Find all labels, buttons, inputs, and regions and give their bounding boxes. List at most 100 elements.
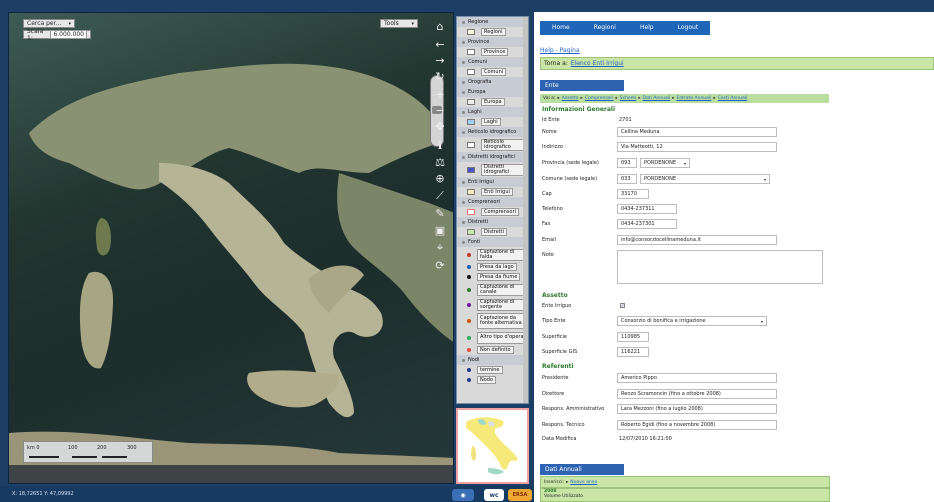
nav-home[interactable]: Home: [540, 21, 582, 35]
superficie-field[interactable]: 110985: [617, 332, 649, 342]
layer-item[interactable]: Europa: [457, 97, 528, 107]
tools-menu-button[interactable]: Tools ▾: [380, 19, 418, 28]
comune-select[interactable]: PORDENONE ▾: [640, 174, 770, 184]
presidente-field[interactable]: Americo Pippo: [617, 373, 777, 383]
legend-item-label: Nodo: [477, 376, 497, 384]
nav-help[interactable]: Help: [628, 21, 666, 35]
direttore-field[interactable]: Renzo Scramoncin (fino a ottobre 2008): [617, 389, 777, 399]
layer-item[interactable]: Laghi: [457, 117, 528, 127]
map-view[interactable]: Cerca per... ▾ Scala 1: 6.000.000 Tools …: [8, 12, 454, 484]
crumb-link-entrate-annuali[interactable]: Entrate Annuali: [676, 96, 711, 101]
checkbox-icon[interactable]: [462, 155, 465, 159]
resp-amministrativo-field[interactable]: Lara Mezzoni (fino a luglio 2008): [617, 404, 777, 414]
layer-group-distretti[interactable]: Distretti: [457, 217, 528, 227]
telefono-field[interactable]: 0434-237311: [617, 204, 677, 214]
layer-group-province[interactable]: Province: [457, 37, 528, 47]
home-icon[interactable]: ⌂: [431, 18, 449, 34]
layer-group-reticolo[interactable]: Reticolo idrografico: [457, 127, 528, 137]
checkbox-icon[interactable]: [462, 358, 465, 362]
checkbox-icon[interactable]: [462, 110, 465, 114]
locate-icon[interactable]: ⌖: [431, 240, 449, 256]
arrow-right-icon: ▸: [672, 96, 675, 101]
layers-scrollbar[interactable]: [523, 17, 528, 403]
indirizzo-field[interactable]: Via Matteotti, 12: [617, 142, 777, 152]
cap-field[interactable]: 33170: [617, 189, 649, 199]
checkbox-icon[interactable]: [462, 40, 465, 44]
select-icon[interactable]: ⊕: [431, 170, 449, 186]
crumb-link-dati-annuali[interactable]: Dati Annuali: [643, 96, 671, 101]
checkbox-icon[interactable]: [462, 180, 465, 184]
layer-group-nodi[interactable]: Nodi: [457, 355, 528, 365]
layer-group-comprensori[interactable]: Comprensori: [457, 197, 528, 207]
layer-group-enti-irrigui[interactable]: Enti Irrigui: [457, 177, 528, 187]
layer-item[interactable]: Regioni: [457, 27, 528, 37]
layer-item[interactable]: Comuni: [457, 67, 528, 77]
nav-logout[interactable]: Logout: [666, 21, 711, 35]
legend-swatch: [467, 166, 475, 173]
back-to-list-link[interactable]: Elenco Enti Irrigui: [571, 60, 624, 67]
crumb-label: Vai a:: [543, 96, 556, 101]
provincia-select[interactable]: PORDENONE ▾: [640, 158, 690, 168]
comune-code-field[interactable]: 033: [617, 174, 637, 184]
layer-item[interactable]: Reticolo idrografico: [457, 137, 528, 152]
crumb-link-schemi[interactable]: Schemi: [620, 96, 637, 101]
layer-item[interactable]: Enti Irrigui: [457, 187, 528, 197]
resp-tecnico-field[interactable]: Roberto Egidi (fino a novembre 2008): [617, 420, 777, 430]
email-field[interactable]: info@consorziocellinameduna.it: [617, 235, 777, 245]
checkbox-icon[interactable]: [462, 90, 465, 94]
overview-map[interactable]: [456, 408, 529, 484]
nome-field[interactable]: Cellina Meduna: [617, 127, 777, 137]
back-arrow-icon[interactable]: ←: [431, 36, 449, 52]
alps-region: [29, 63, 439, 190]
layer-group-regione[interactable]: Regione: [457, 17, 528, 27]
data-modifica-value: 12/07/2010 16:21:00: [619, 436, 672, 442]
layer-item[interactable]: Distretti: [457, 227, 528, 237]
ruler-icon[interactable]: ⟋: [431, 188, 449, 204]
layer-group-comuni[interactable]: Comuni: [457, 57, 528, 67]
forward-arrow-icon[interactable]: →: [431, 52, 449, 68]
fax-field[interactable]: 0434-237301: [617, 219, 677, 229]
checkbox-icon[interactable]: [462, 20, 465, 24]
note-textarea[interactable]: [617, 250, 823, 284]
pan-icon[interactable]: ✥: [431, 118, 449, 134]
checkbox-icon[interactable]: [462, 130, 465, 134]
reset-icon[interactable]: ⟳: [431, 257, 449, 273]
provincia-code-field[interactable]: 093: [617, 158, 637, 168]
id-ente-value: 2701: [619, 117, 632, 123]
ente-irriguo-checkbox[interactable]: ✓: [620, 303, 625, 308]
layer-item[interactable]: Comprensori: [457, 207, 528, 217]
info-icon[interactable]: ℹ: [431, 137, 449, 153]
measure-icon[interactable]: ⚖: [431, 154, 449, 170]
checkbox-icon[interactable]: [462, 200, 465, 204]
crumb-link-costi-annuali[interactable]: Costi Annuali: [718, 96, 748, 101]
refresh-icon[interactable]: ↻: [431, 68, 449, 84]
superficie-gis-field[interactable]: 116221: [617, 347, 649, 357]
layer-group-fonti[interactable]: Fonti: [457, 237, 528, 247]
layer-group-europa[interactable]: Europa: [457, 87, 528, 97]
checkbox-icon[interactable]: [462, 220, 465, 224]
scale-input[interactable]: 6.000.000: [50, 30, 87, 39]
help-page-link[interactable]: Help - Pagina: [540, 47, 580, 54]
crumb-link-comprensori[interactable]: Comprensori: [585, 96, 614, 101]
checkbox-icon[interactable]: [462, 80, 465, 84]
checkbox-icon[interactable]: [462, 240, 465, 244]
print-icon[interactable]: ▣: [431, 222, 449, 238]
zoom-in-icon[interactable]: +: [431, 86, 449, 102]
crumb-link-assetto[interactable]: Assetto: [562, 96, 579, 101]
layer-group-distretti-idrografici[interactable]: Distretti idrografici: [457, 152, 528, 162]
layer-group-laghi[interactable]: Laghi: [457, 107, 528, 117]
checkbox-icon[interactable]: [462, 60, 465, 64]
insert-label: Inserisci:: [544, 479, 564, 485]
sardinia-island: [79, 271, 114, 369]
zoom-out-icon[interactable]: −: [431, 102, 449, 118]
layer-item[interactable]: Province: [457, 47, 528, 57]
layer-group-orografia[interactable]: Orografia: [457, 77, 528, 87]
tipo-ente-select[interactable]: Consorzio di bonifica e irrigazione ▾: [617, 316, 767, 326]
new-year-link[interactable]: Nuovo anno: [570, 480, 597, 485]
layers-panel[interactable]: Regione Regioni Province Province Comuni…: [456, 16, 529, 404]
nav-regioni[interactable]: Regioni: [582, 21, 628, 35]
scalebar-tick: 300: [127, 445, 137, 451]
layer-group-label: Enti Irrigui: [468, 179, 494, 185]
layer-item[interactable]: Distretti idrografici: [457, 162, 528, 177]
draw-icon[interactable]: ✎: [431, 205, 449, 221]
